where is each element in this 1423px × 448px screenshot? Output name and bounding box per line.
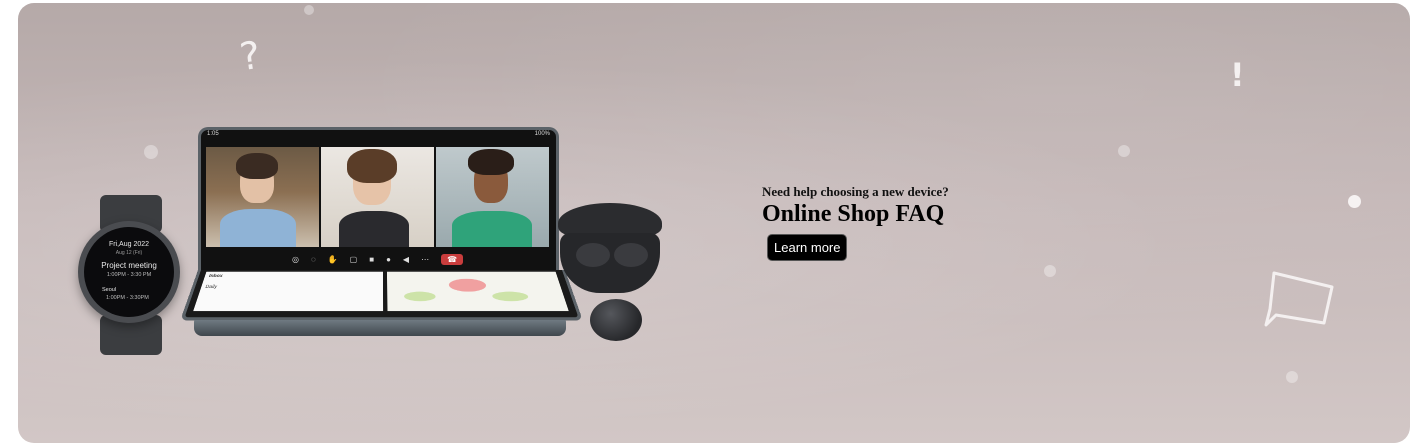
cta-title: Online Shop FAQ bbox=[762, 201, 945, 227]
earbud-in-case bbox=[576, 243, 610, 267]
phone-status-bar: 1:05 100% bbox=[207, 131, 550, 140]
cta-eyebrow: Need help choosing a new device? bbox=[762, 184, 949, 199]
notes-pane bbox=[387, 271, 569, 312]
watch-city: Seoul bbox=[102, 287, 117, 293]
watch-face: Fri,Aug 2022 Aug 12 (Fri) Project meetin… bbox=[84, 227, 174, 317]
email-pane: Inbox Daily bbox=[193, 271, 384, 312]
inbox-label: Inbox bbox=[208, 273, 224, 279]
case-base bbox=[560, 233, 660, 293]
bokeh-dot bbox=[144, 145, 158, 159]
mic-icon: ● bbox=[386, 254, 391, 264]
earbud-image bbox=[590, 299, 642, 341]
share-icon: ▢ bbox=[349, 254, 358, 264]
earbuds-case-image bbox=[558, 203, 662, 295]
chat-bubble-icon bbox=[1264, 271, 1334, 327]
speaker-icon: ◀ bbox=[402, 254, 410, 264]
smartwatch-image: Fri,Aug 2022 Aug 12 (Fri) Project meetin… bbox=[76, 195, 188, 355]
call-controls: ◎ ◌ ✋ ▢ ■ ● ◀ ⋯ ☎ bbox=[206, 249, 549, 269]
watch-city-time: 1:00PM - 3:30PM bbox=[106, 295, 149, 301]
watch-event: Project meeting bbox=[101, 261, 157, 270]
camera-icon: ■ bbox=[369, 254, 375, 264]
people-icon: ◎ bbox=[291, 254, 299, 264]
video-tile bbox=[206, 147, 319, 247]
learn-more-button[interactable]: Learn more bbox=[767, 234, 848, 261]
hand-icon: ✋ bbox=[327, 254, 338, 264]
foldable-phone-image: 1:05 100% ◎ ◌ ✋ ▢ ■ ● ◀ ⋯ ☎ Inbox Daily bbox=[180, 127, 583, 342]
bokeh-dot bbox=[1118, 145, 1130, 157]
watch-date: Fri,Aug 2022 bbox=[108, 241, 150, 248]
exclamation-mark-icon: ! bbox=[1230, 56, 1245, 94]
bokeh-dot bbox=[304, 5, 314, 15]
more-icon: ⋯ bbox=[421, 254, 430, 264]
phone-bottom-screen: Inbox Daily bbox=[180, 270, 583, 321]
watch-event-time: 1:00PM - 3:30 PM bbox=[106, 272, 152, 278]
phone-hinge bbox=[194, 320, 566, 336]
cta-block: Need help choosing a new device? Online … bbox=[762, 184, 949, 261]
phone-time: 1:05 bbox=[207, 131, 219, 137]
promo-banner[interactable]: ? ! Fri,Aug 2022 Aug 12 (Fri) Project me… bbox=[18, 3, 1410, 443]
phone-battery: 100% bbox=[534, 131, 550, 137]
watch-body: Fri,Aug 2022 Aug 12 (Fri) Project meetin… bbox=[78, 221, 180, 323]
case-lid bbox=[558, 203, 662, 237]
phone-top-screen: 1:05 100% ◎ ◌ ✋ ▢ ■ ● ◀ ⋯ ☎ bbox=[198, 127, 559, 276]
draft-label: Daily bbox=[204, 284, 218, 290]
earbud-in-case bbox=[614, 243, 648, 267]
end-call-icon: ☎ bbox=[441, 253, 464, 265]
watch-subdate: Aug 12 (Fri) bbox=[115, 250, 143, 256]
question-mark-icon: ? bbox=[237, 32, 264, 80]
chat-icon: ◌ bbox=[310, 254, 316, 264]
bokeh-dot bbox=[1286, 371, 1298, 383]
bokeh-dot bbox=[1044, 265, 1056, 277]
video-call-grid bbox=[206, 147, 549, 247]
video-tile bbox=[436, 147, 549, 247]
highlight-dot bbox=[1348, 195, 1361, 208]
video-tile bbox=[321, 147, 434, 247]
